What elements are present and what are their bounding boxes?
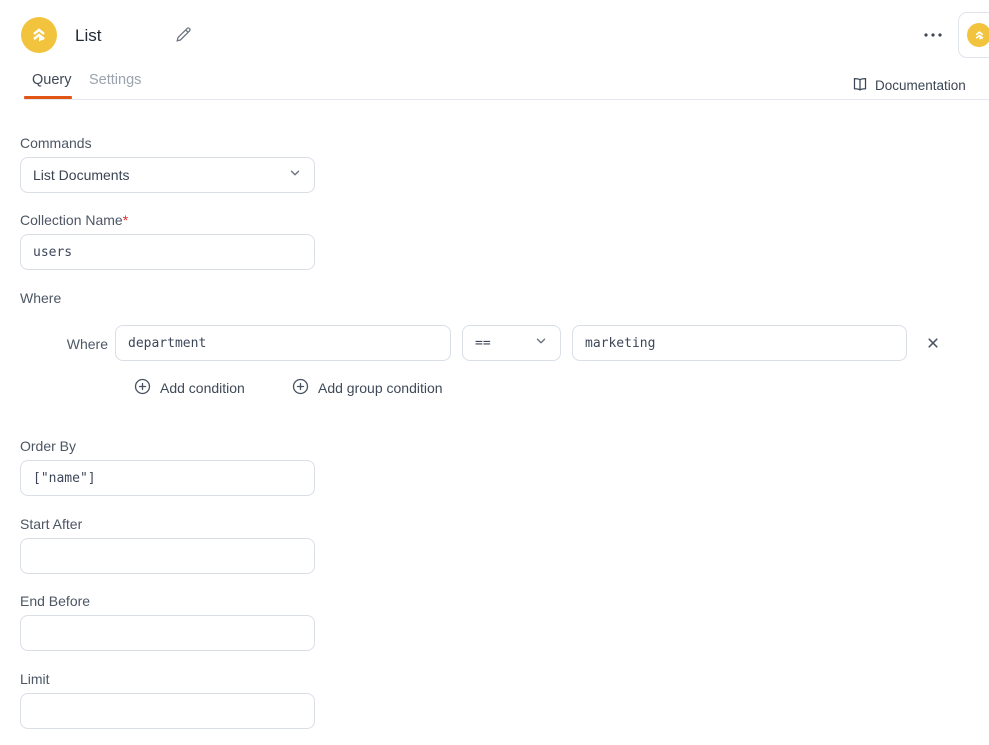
- commands-dropdown[interactable]: List Documents: [20, 157, 315, 193]
- add-condition-button[interactable]: Add condition: [134, 378, 245, 398]
- close-icon: [925, 339, 941, 354]
- where-operator-dropdown[interactable]: ==: [462, 325, 561, 361]
- chevrons-up-icon: [971, 27, 988, 44]
- commands-selected-value: List Documents: [33, 167, 129, 183]
- book-icon: [852, 76, 868, 95]
- more-dots-icon: [922, 27, 944, 44]
- end-before-label: End Before: [20, 593, 90, 609]
- pencil-icon: [174, 26, 192, 47]
- collection-name-label-text: Collection Name: [20, 212, 123, 228]
- order-by-label: Order By: [20, 438, 76, 454]
- chevron-down-icon: [534, 334, 548, 353]
- where-section-label: Where: [20, 290, 61, 306]
- where-row-label: Where: [20, 336, 108, 352]
- datasource-logo-small: [967, 23, 989, 47]
- where-key-input[interactable]: [115, 325, 451, 361]
- collection-name-input[interactable]: [20, 234, 315, 270]
- where-value-input[interactable]: [572, 325, 907, 361]
- tabs-divider: [24, 99, 989, 100]
- add-group-condition-label: Add group condition: [318, 380, 443, 396]
- more-options-button[interactable]: [920, 25, 946, 46]
- datasource-selector-button[interactable]: [958, 12, 989, 58]
- start-after-code-input[interactable]: {{ List.data[List.data.length - 1] }}: [20, 538, 315, 574]
- add-group-condition-button[interactable]: Add group condition: [292, 378, 443, 398]
- tab-settings[interactable]: Settings: [89, 72, 141, 88]
- chevron-down-icon: [288, 166, 302, 185]
- tab-query[interactable]: Query: [32, 72, 72, 88]
- documentation-link[interactable]: Documentation: [852, 76, 966, 95]
- order-by-input[interactable]: [20, 460, 315, 496]
- limit-code-input[interactable]: {{Table1.pageSize}}: [20, 693, 315, 729]
- chevrons-up-icon: [26, 22, 52, 48]
- commands-label: Commands: [20, 135, 92, 151]
- add-condition-label: Add condition: [160, 380, 245, 396]
- documentation-label: Documentation: [875, 78, 966, 93]
- page-title: List: [75, 26, 101, 46]
- circle-plus-icon: [134, 378, 151, 398]
- circle-plus-icon: [292, 378, 309, 398]
- limit-label: Limit: [20, 671, 50, 687]
- rename-query-button[interactable]: [172, 24, 194, 49]
- start-after-label: Start After: [20, 516, 82, 532]
- required-asterisk: *: [123, 212, 128, 228]
- where-operator-value: ==: [475, 336, 491, 351]
- end-before-code-input[interactable]: {{ List.data[0] }}: [20, 615, 315, 651]
- datasource-logo: [21, 17, 57, 53]
- collection-name-label: Collection Name*: [20, 212, 128, 228]
- remove-condition-button[interactable]: [923, 333, 943, 356]
